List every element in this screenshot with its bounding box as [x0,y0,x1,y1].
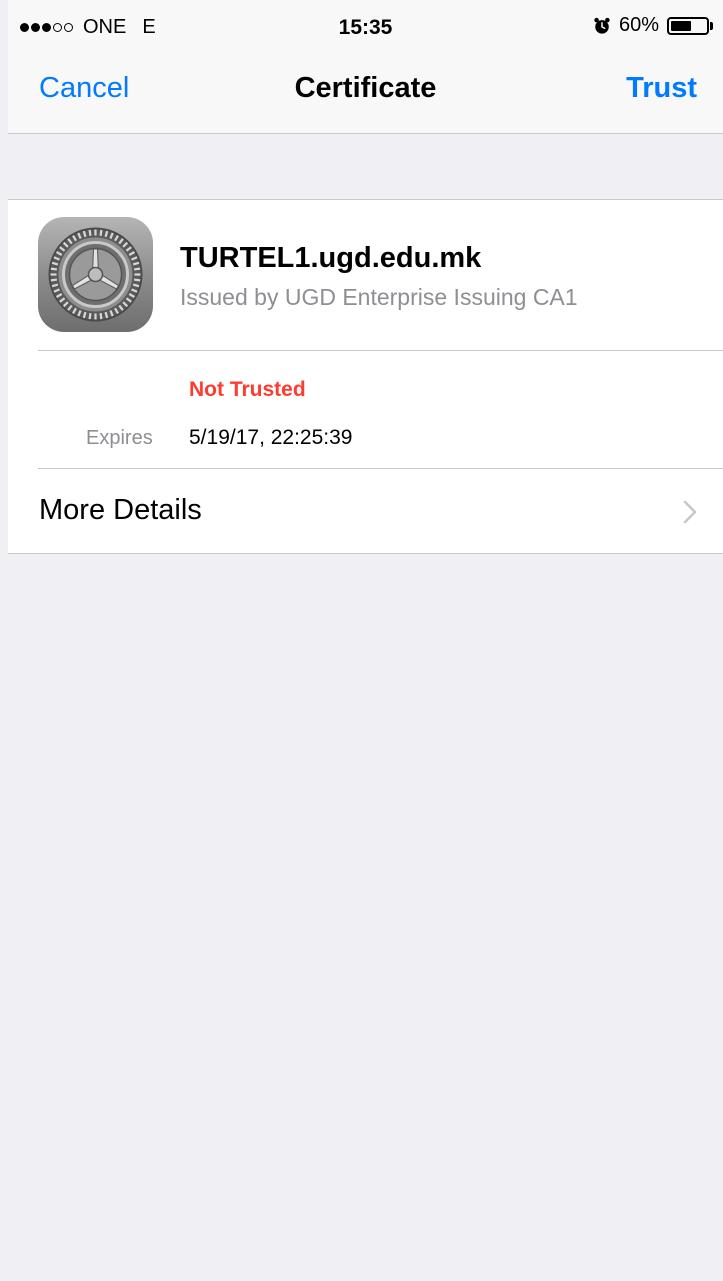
battery-fill [671,20,692,31]
more-details-label: More Details [39,494,202,526]
divider [38,350,723,351]
settings-gear-icon [38,217,153,332]
gear-tooth [50,278,58,282]
battery-body [667,16,709,35]
gear-tooth [50,267,58,271]
top-bar: ONE E 15:35 60% Cancel Certificate Trust [8,0,723,134]
status-right: 60% [593,14,713,37]
screen: ONE E 15:35 60% Cancel Certificate Trust… [8,0,723,1281]
gear-tooth [133,267,141,271]
gear-tooth [133,278,141,282]
certificate-issuer: Issued by UGD Enterprise Issuing CA1 [180,284,578,310]
gear-graphic [48,227,143,322]
certificate-name: TURTEL1.ugd.edu.mk [180,242,482,274]
status-bar: ONE E 15:35 60% [8,0,723,60]
gear-tooth [99,229,103,237]
certificate-card: TURTEL1.ugd.edu.mk Issued by UGD Enterpr… [8,199,723,554]
page-title: Certificate [294,72,437,104]
certificate-header: TURTEL1.ugd.edu.mk Issued by UGD Enterpr… [8,200,723,350]
expires-value: 5/19/17, 22:25:39 [189,426,353,449]
more-details-row[interactable]: More Details [8,469,723,554]
gear-tooth [88,312,92,320]
battery-percent: 60% [618,14,659,36]
trust-status-badge: Not Trusted [189,378,306,401]
alarm-clock-icon [594,17,610,34]
gear-tooth [99,312,103,320]
battery-icon [667,16,713,35]
gear-tooth [88,229,92,237]
chevron-right-icon [683,500,697,524]
trust-button[interactable]: Trust [626,72,697,105]
expires-label: Expires [86,427,153,449]
navigation-bar: Cancel Certificate Trust [8,60,723,133]
battery-tip [710,21,713,30]
